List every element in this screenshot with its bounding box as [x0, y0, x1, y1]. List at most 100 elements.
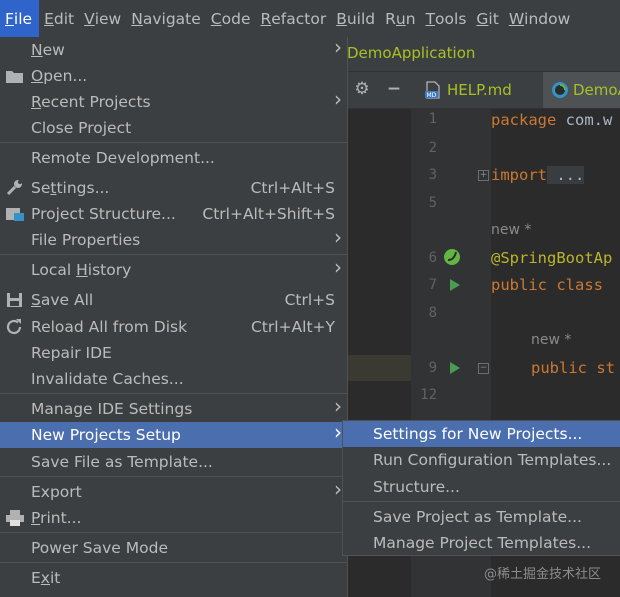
menu-item-label: Local History: [31, 261, 132, 279]
menu-item-remote-development[interactable]: Remote Development...: [0, 145, 347, 171]
code-line-9[interactable]: public st: [531, 359, 615, 377]
menu-item-save-file-as-template[interactable]: Save File as Template...: [0, 449, 347, 475]
chevron-right-icon: ›: [334, 35, 342, 59]
svg-text:MD: MD: [427, 92, 437, 99]
menu-item-reload-all-from-disk[interactable]: Reload All from Disk Ctrl+Alt+Y: [0, 314, 347, 340]
menu-bar: File Edit View Navigate Code Refactor Build Ru n…: [0, 0, 620, 37]
file-menu: New › Open... Recent Projects › Close Project…: [0, 35, 348, 597]
submenu-item-structure[interactable]: Structure...: [343, 474, 620, 500]
menu-view[interactable]: View: [79, 0, 126, 37]
menu-git[interactable]: Git: [471, 0, 503, 37]
menu-item-label: Exit: [31, 569, 61, 587]
code-line-3[interactable]: import ...: [491, 166, 585, 184]
run-icon[interactable]: [450, 362, 460, 374]
menu-item-print[interactable]: Print...: [0, 505, 347, 531]
current-line-highlight: [347, 355, 411, 381]
folder-icon: [5, 67, 25, 85]
usage-hint: new *: [531, 332, 572, 348]
submenu-item-manage-project-templates[interactable]: Manage Project Templates...: [343, 530, 620, 556]
fold-collapse-icon[interactable]: −: [478, 363, 489, 374]
menu-tools[interactable]: Tools: [421, 0, 472, 37]
menu-item-project-structure[interactable]: Project Structure... Ctrl+Alt+Shift+S: [0, 201, 347, 227]
menu-item-label: Project Structure...: [31, 205, 176, 223]
menu-item-manage-ide-settings[interactable]: Manage IDE Settings ›: [0, 394, 347, 422]
chevron-right-icon: ›: [334, 394, 342, 418]
shortcut-label: Ctrl+Alt+Y: [250, 318, 335, 336]
menu-file[interactable]: File: [0, 0, 40, 37]
tab-label: DemoA: [573, 81, 620, 99]
menu-item-label: New: [31, 41, 65, 59]
tab-help-md[interactable]: MD HELP.md: [421, 72, 543, 108]
menu-item-label: Manage IDE Settings: [31, 400, 193, 418]
line-number: 9: [428, 360, 437, 376]
line-number: 2: [428, 140, 437, 156]
menu-item-label: Open...: [31, 67, 88, 85]
code-line-7[interactable]: public class: [491, 276, 603, 294]
menu-separator: [0, 142, 347, 143]
submenu-item-label: Settings for New Projects...: [373, 425, 583, 443]
menu-item-label: Recent Projects: [31, 93, 151, 111]
chevron-right-icon: ›: [334, 225, 342, 249]
breadcrumb[interactable]: DemoApplication: [347, 44, 475, 62]
run-icon[interactable]: [450, 279, 460, 291]
menu-item-label: New Projects Setup: [31, 426, 181, 444]
menu-item-label: File Properties: [31, 231, 141, 249]
chevron-right-icon: ›: [334, 255, 342, 279]
menu-item-new[interactable]: New ›: [0, 35, 347, 63]
menu-edit[interactable]: Edit: [39, 0, 79, 37]
shortcut-label: Ctrl+S: [284, 291, 335, 309]
menu-separator: [343, 501, 620, 502]
code-line-1[interactable]: package com.w: [491, 111, 612, 129]
submenu-item-label: Manage Project Templates...: [373, 534, 592, 552]
line-number: 12: [420, 387, 437, 403]
tab-demo-application[interactable]: DemoA: [543, 72, 620, 108]
menu-item-export[interactable]: Export ›: [0, 477, 347, 505]
code-line-6[interactable]: @SpringBootAp: [491, 249, 612, 267]
submenu-item-save-project-as-template[interactable]: Save Project as Template...: [343, 504, 620, 530]
menu-run[interactable]: Run: [380, 0, 420, 37]
menu-build[interactable]: Build: [331, 0, 380, 37]
menu-item-close-project[interactable]: Close Project: [0, 115, 347, 141]
gear-icon[interactable]: ⚙: [351, 78, 373, 100]
markdown-file-icon: MD: [425, 81, 441, 99]
project-structure-icon: [5, 205, 25, 223]
menu-item-recent-projects[interactable]: Recent Projects ›: [0, 87, 347, 115]
minimize-icon[interactable]: −: [383, 78, 405, 100]
menu-item-label: Close Project: [31, 119, 132, 137]
menu-navigate[interactable]: Navigate: [126, 0, 206, 37]
new-projects-setup-submenu: Settings for New Projects... Run Configur…: [342, 420, 620, 556]
menu-item-repair-ide[interactable]: Repair IDE: [0, 340, 347, 366]
menu-separator: [0, 562, 347, 563]
watermark: @稀土掘金技术社区: [484, 567, 602, 582]
menu-separator: [0, 393, 347, 394]
menu-item-save-all[interactable]: Save All Ctrl+S: [0, 287, 347, 313]
menu-refactor[interactable]: Refactor: [255, 0, 331, 37]
reload-icon: [5, 318, 25, 336]
line-number: 8: [428, 305, 437, 321]
chevron-right-icon: ›: [334, 420, 342, 444]
menu-item-new-projects-setup[interactable]: New Projects Setup ›: [0, 420, 347, 448]
menu-window[interactable]: Window: [504, 0, 575, 37]
shortcut-label: Ctrl+Alt+S: [250, 179, 335, 197]
spring-bean-icon[interactable]: [443, 248, 461, 266]
line-number: 1: [428, 111, 437, 127]
submenu-item-label: Structure...: [373, 478, 460, 496]
menu-item-local-history[interactable]: Local History ›: [0, 255, 347, 283]
line-number: 5: [428, 195, 437, 211]
menu-code[interactable]: Code: [206, 0, 256, 37]
tab-label: HELP.md: [447, 81, 512, 99]
menu-item-label: Power Save Mode: [31, 539, 168, 557]
menu-item-invalidate-caches[interactable]: Invalidate Caches...: [0, 366, 347, 392]
fold-expand-icon[interactable]: +: [478, 170, 489, 181]
menu-separator: [0, 476, 347, 477]
line-number: 3: [428, 167, 437, 183]
menu-item-open[interactable]: Open...: [0, 63, 347, 89]
menu-item-file-properties[interactable]: File Properties ›: [0, 225, 347, 253]
menu-item-exit[interactable]: Exit: [0, 565, 347, 591]
submenu-item-settings-for-new-projects[interactable]: Settings for New Projects...: [343, 421, 620, 447]
menu-item-settings[interactable]: Settings... Ctrl+Alt+S: [0, 175, 347, 201]
menu-item-power-save-mode[interactable]: Power Save Mode: [0, 535, 347, 561]
submenu-item-run-configuration-templates[interactable]: Run Configuration Templates...: [343, 447, 620, 473]
menu-item-label: Repair IDE: [31, 344, 112, 362]
menu-item-label: Print...: [31, 509, 82, 527]
